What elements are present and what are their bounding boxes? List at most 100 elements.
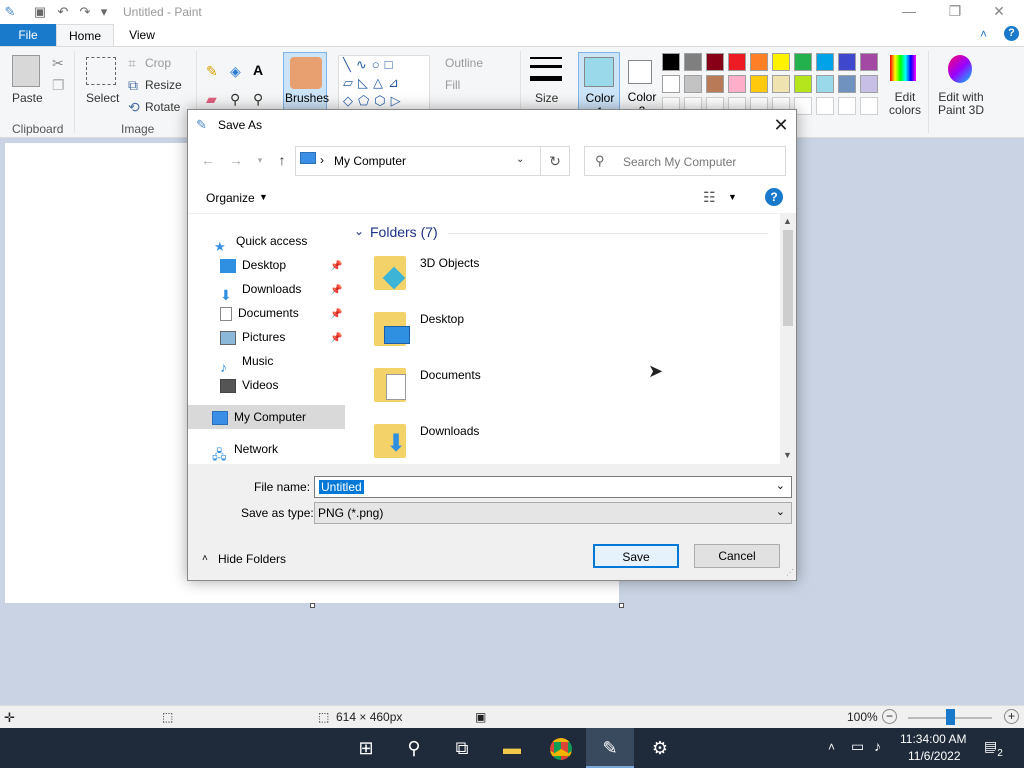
folder-downloads[interactable]: ⬇ Downloads: [372, 418, 572, 468]
palette-swatch[interactable]: [860, 97, 878, 115]
address-bar[interactable]: › My Computer ⌄: [295, 146, 563, 176]
palette-swatch[interactable]: [728, 53, 746, 71]
palette-swatch[interactable]: [860, 53, 878, 71]
palette-swatch[interactable]: [772, 53, 790, 71]
palette-swatch[interactable]: [816, 75, 834, 93]
qat-dropdown-icon[interactable]: ▾: [96, 4, 112, 20]
paint3d-icon[interactable]: [948, 55, 972, 83]
nav-videos[interactable]: Videos: [220, 373, 278, 397]
paste-button[interactable]: Paste: [12, 91, 43, 105]
nav-music[interactable]: ♪ Music: [220, 349, 273, 375]
nav-my-computer[interactable]: My Computer: [212, 405, 306, 429]
filename-field[interactable]: Untitled ⌄: [314, 476, 792, 498]
brushes-button[interactable]: Brushes: [283, 52, 329, 112]
pin-icon[interactable]: 📌: [330, 333, 342, 344]
file-explorer-icon[interactable]: ▬: [488, 728, 536, 768]
nav-network[interactable]: 🖧 Network: [212, 437, 278, 462]
text-icon[interactable]: A: [253, 62, 263, 78]
paste-icon[interactable]: [12, 55, 40, 87]
recent-dropdown-icon[interactable]: ▾: [250, 155, 270, 166]
palette-swatch[interactable]: [662, 53, 680, 71]
palette-swatch[interactable]: [838, 97, 856, 115]
paint-taskbar-icon[interactable]: ✎: [586, 728, 634, 768]
folder-desktop[interactable]: Desktop: [372, 306, 572, 356]
pin-icon[interactable]: 📌: [330, 309, 342, 320]
zoom-out-button[interactable]: −: [882, 709, 897, 724]
edit-with-paint3d-button[interactable]: Edit with Paint 3D: [934, 91, 988, 117]
savetype-dropdown-icon[interactable]: ⌄: [776, 505, 785, 518]
organize-dropdown-icon[interactable]: ▼: [259, 192, 268, 202]
tab-view[interactable]: View: [114, 24, 170, 46]
palette-swatch[interactable]: [706, 53, 724, 71]
cut-icon[interactable]: ✂: [52, 55, 64, 71]
folders-group-header[interactable]: Folders (7): [370, 224, 438, 240]
up-arrow-icon[interactable]: ↑: [272, 152, 292, 168]
color2-button[interactable]: Color 2: [622, 52, 662, 118]
palette-swatch[interactable]: [838, 53, 856, 71]
palette-swatch[interactable]: [684, 75, 702, 93]
settings-gear-icon[interactable]: ⚙: [636, 728, 684, 768]
address-dropdown-icon[interactable]: ⌄: [516, 154, 524, 165]
refresh-icon[interactable]: ↻: [540, 146, 570, 176]
select-button[interactable]: Select: [86, 91, 119, 105]
help-icon[interactable]: ?: [1004, 26, 1019, 41]
dialog-close-button[interactable]: ✕: [766, 110, 796, 140]
dialog-help-icon[interactable]: ?: [765, 188, 783, 206]
resize-grip-icon[interactable]: ⋰: [786, 568, 794, 577]
resize-handle-corner[interactable]: [619, 603, 624, 608]
search-input[interactable]: Search My Computer: [623, 155, 736, 169]
scroll-down-icon[interactable]: ▼: [783, 450, 792, 460]
select-icon[interactable]: [86, 57, 116, 85]
ribbon-collapse-icon[interactable]: ˄: [980, 27, 987, 41]
scroll-up-icon[interactable]: ▲: [783, 216, 792, 226]
pin-icon[interactable]: 📌: [330, 285, 342, 296]
minimize-button[interactable]: —: [886, 0, 932, 24]
hide-folders-button[interactable]: Hide Folders: [218, 552, 286, 566]
hide-folders-chevron-icon[interactable]: ˄: [202, 553, 208, 564]
nav-documents[interactable]: Documents: [220, 301, 299, 325]
fill-bucket-icon[interactable]: ◈: [230, 63, 241, 79]
edit-colors-button[interactable]: Edit colors: [887, 91, 923, 117]
undo-icon[interactable]: ↶: [55, 4, 71, 20]
zoom-slider-thumb[interactable]: [946, 709, 955, 725]
vertical-scrollbar[interactable]: ▲ ▼: [780, 214, 796, 464]
back-arrow-icon[interactable]: ←: [198, 152, 218, 168]
palette-swatch[interactable]: [706, 75, 724, 93]
folder-documents[interactable]: Documents: [372, 362, 572, 412]
cancel-button[interactable]: Cancel: [694, 544, 780, 568]
palette-swatch[interactable]: [728, 75, 746, 93]
palette-swatch[interactable]: [838, 75, 856, 93]
filename-input[interactable]: Untitled: [319, 480, 364, 494]
taskbar-date[interactable]: 11/6/2022: [908, 749, 961, 763]
filename-dropdown-icon[interactable]: ⌄: [776, 479, 785, 492]
start-windows-icon[interactable]: ⊞: [342, 728, 390, 768]
search-taskbar-icon[interactable]: ⚲: [390, 728, 438, 768]
palette-swatch[interactable]: [816, 53, 834, 71]
palette-swatch[interactable]: [662, 75, 680, 93]
pin-icon[interactable]: 📌: [330, 261, 342, 272]
address-location[interactable]: My Computer: [334, 154, 406, 168]
palette-swatch[interactable]: [816, 97, 834, 115]
redo-icon[interactable]: ↷: [77, 4, 93, 20]
palette-swatch[interactable]: [750, 53, 768, 71]
view-options-icon[interactable]: ☷: [703, 189, 716, 206]
palette-swatch[interactable]: [684, 53, 702, 71]
resize-button[interactable]: Resize: [145, 78, 182, 92]
color1-button[interactable]: Color 1: [578, 52, 620, 119]
view-dropdown-icon[interactable]: ▼: [728, 192, 737, 202]
size-button[interactable]: Size: [535, 91, 558, 105]
palette-swatch[interactable]: [750, 75, 768, 93]
resize-handle-bottom[interactable]: [310, 603, 315, 608]
organize-button[interactable]: Organize: [206, 191, 255, 205]
close-window-button[interactable]: ✕: [976, 0, 1022, 24]
copy-icon[interactable]: ❐: [52, 77, 65, 93]
task-view-icon[interactable]: ⧉: [438, 728, 486, 768]
edit-colors-icon[interactable]: [890, 55, 916, 81]
nav-downloads[interactable]: ⬇ Downloads: [220, 277, 301, 303]
forward-arrow-icon[interactable]: →: [226, 152, 246, 168]
taskbar-time[interactable]: 11:34:00 AM: [900, 732, 967, 746]
tab-file[interactable]: File: [0, 24, 56, 46]
save-button[interactable]: Save: [593, 544, 679, 568]
palette-swatch[interactable]: [794, 75, 812, 93]
fill-button[interactable]: Fill: [445, 78, 460, 92]
